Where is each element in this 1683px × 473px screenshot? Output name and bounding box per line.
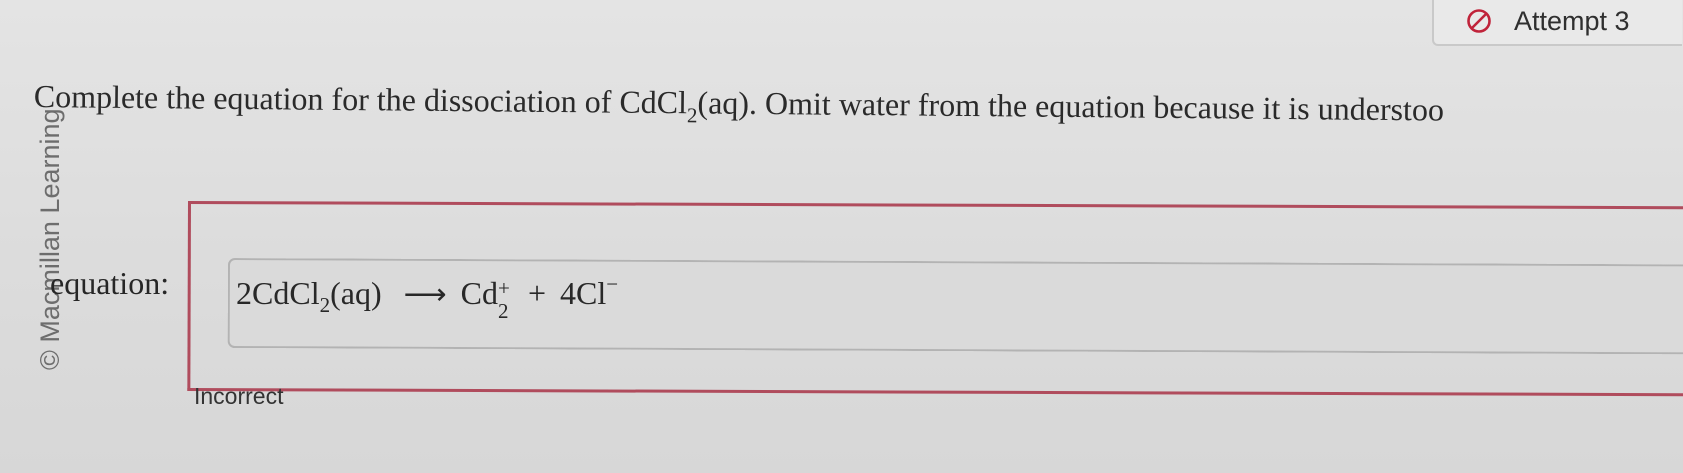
reactant-formula: 2CdCl: [236, 275, 320, 311]
question-formula-subscript: 2: [686, 103, 698, 128]
reactant-subscript: 2: [319, 293, 331, 317]
equation-label: equation:: [50, 265, 170, 301]
no-entry-icon: [1467, 9, 1491, 33]
product1-symbol: Cd: [460, 275, 498, 311]
product1-charge: +: [497, 276, 510, 300]
product1-charge-and-subscript: +2: [498, 276, 514, 323]
feedback-status: Incorrect: [194, 383, 284, 409]
reactant-state: (aq): [330, 275, 382, 311]
attempt-badge: Attempt 3: [1432, 0, 1682, 46]
question-text: Complete the equation for the dissociati…: [34, 78, 1683, 136]
equation-content[interactable]: 2CdCl2(aq) ⟶ Cd +2 +4Cl−: [236, 272, 619, 323]
product1-subscript: 2: [497, 299, 509, 323]
plus-sign: +: [527, 275, 546, 311]
product2-formula: 4Cl: [560, 275, 607, 311]
attempt-label: Attempt 3: [1514, 5, 1630, 36]
reaction-arrow: ⟶: [403, 278, 447, 311]
question-text-before: Complete the equation for the dissociati…: [33, 78, 688, 121]
product2-charge: −: [606, 272, 619, 296]
question-text-after: (aq). Omit water from the equation becau…: [697, 84, 1445, 128]
